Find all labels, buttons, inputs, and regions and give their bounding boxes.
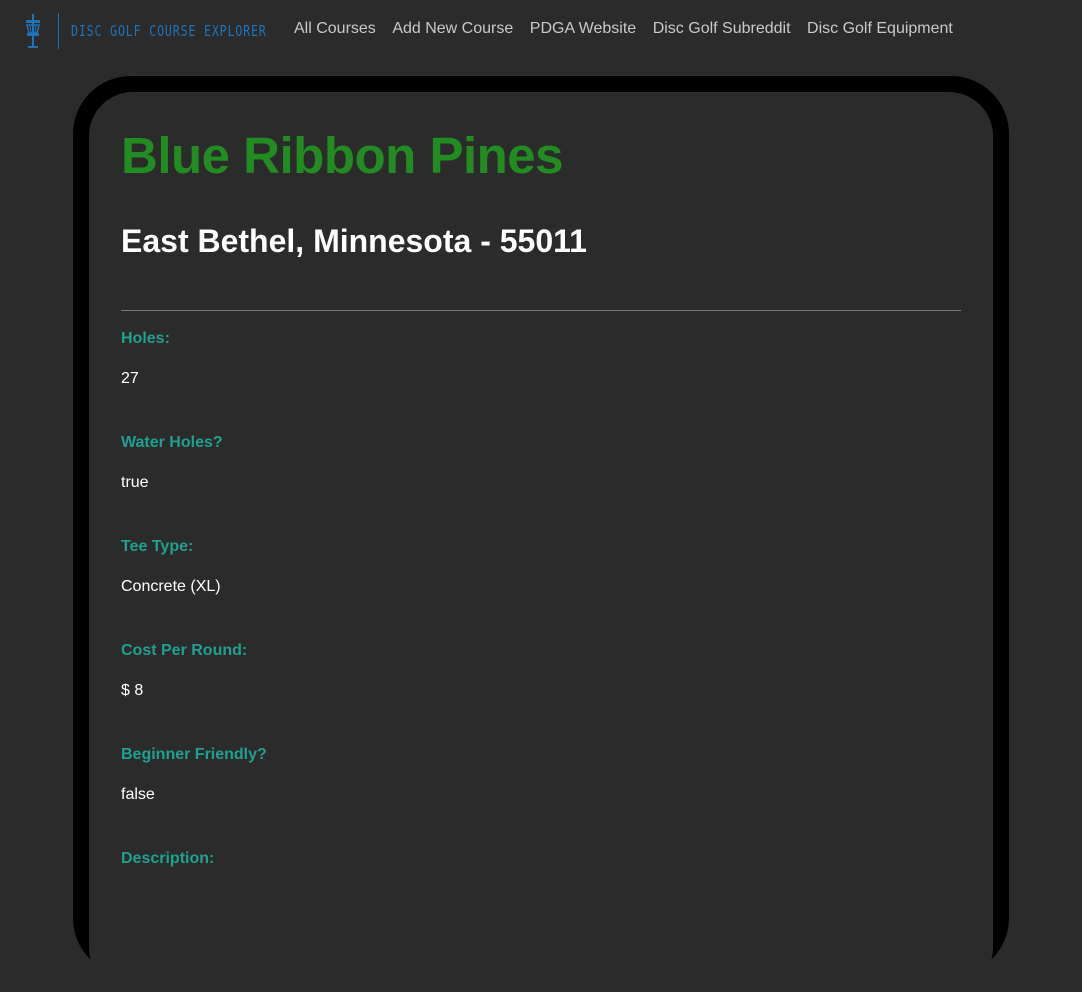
water-holes-value: true xyxy=(121,474,149,491)
course-name: Blue Ribbon Pines xyxy=(121,127,564,184)
beginner-friendly-label: Beginner Friendly? xyxy=(121,746,267,763)
nav-link-add-new-course[interactable]: Add New Course xyxy=(392,20,513,38)
cost-per-round-label: Cost Per Round: xyxy=(121,642,248,659)
holes-label: Holes: xyxy=(121,330,170,347)
brand-text: Disc Golf Course Explorer xyxy=(71,22,267,40)
brand-logo[interactable]: Disc Golf Course Explorer xyxy=(22,12,322,50)
cost-per-round-value: $ 8 xyxy=(121,682,144,699)
nav-links: All Courses Add New Course PDGA Website … xyxy=(294,20,969,38)
navbar: Disc Golf Course Explorer All Courses Ad… xyxy=(0,0,1082,62)
beginner-friendly-value: false xyxy=(121,786,155,803)
nav-link-all-courses[interactable]: All Courses xyxy=(294,20,376,38)
tee-type-value: Concrete (XL) xyxy=(121,578,221,595)
nav-link-disc-golf-equipment[interactable]: Disc Golf Equipment xyxy=(807,20,953,38)
course-location: East Bethel, Minnesota - 55011 xyxy=(121,223,587,259)
brand-divider xyxy=(58,13,59,49)
description-label: Description: xyxy=(121,850,215,867)
holes-value: 27 xyxy=(121,370,139,387)
water-holes-label: Water Holes? xyxy=(121,434,223,451)
nav-link-disc-golf-subreddit[interactable]: Disc Golf Subreddit xyxy=(653,20,791,38)
disc-golf-basket-icon xyxy=(26,14,40,48)
section-divider xyxy=(121,310,961,311)
nav-link-pdga-website[interactable]: PDGA Website xyxy=(530,20,636,38)
tee-type-label: Tee Type: xyxy=(121,538,194,555)
